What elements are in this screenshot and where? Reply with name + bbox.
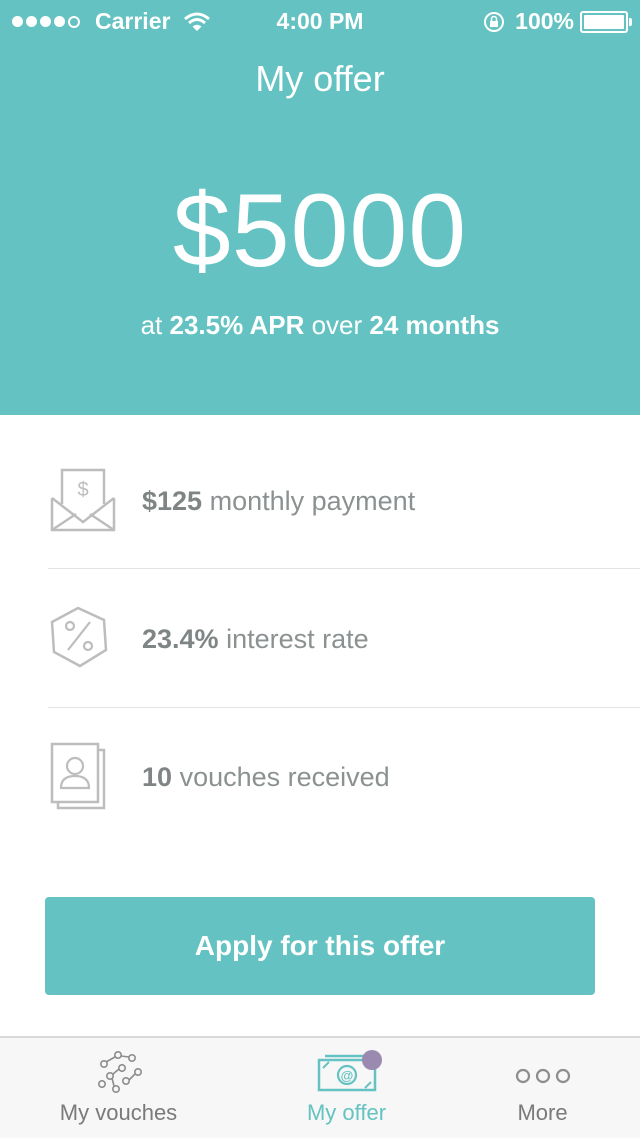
monthly-payment-text: $125 monthly payment xyxy=(142,486,416,516)
tab-bar: My vouches @ My offer More xyxy=(0,1036,640,1138)
tab-label-more: More xyxy=(517,1100,568,1125)
rotation-lock-icon xyxy=(484,11,505,32)
page-title: My offer xyxy=(255,58,385,99)
detail-row-interest-rate: 23.4% interest rate xyxy=(48,570,640,708)
offer-header: Carrier 4:00 PM 100% My offer $5000 at 2… xyxy=(0,0,640,415)
battery-label: 100% xyxy=(515,8,574,34)
notification-badge xyxy=(362,1050,382,1070)
network-dots-icon xyxy=(97,1050,142,1093)
terms-apr: 23.5% APR xyxy=(169,310,305,340)
tab-label-my-vouches: My vouches xyxy=(59,1100,178,1125)
svg-text:@: @ xyxy=(340,1068,353,1083)
more-dots-icon xyxy=(515,1068,570,1084)
detail-row-monthly-payment: $ $125 monthly payment xyxy=(48,432,640,570)
detail-row-vouches: 10 vouches received xyxy=(48,708,640,846)
tab-my-offer[interactable]: @ My offer xyxy=(240,1038,453,1138)
envelope-dollar-icon: $ xyxy=(50,468,116,532)
offer-amount: $5000 xyxy=(172,173,468,289)
interest-rate-text: 23.4% interest rate xyxy=(142,624,369,654)
status-bar: Carrier 4:00 PM 100% xyxy=(0,0,640,40)
tab-label-my-offer: My offer xyxy=(306,1100,387,1125)
terms-mid: over xyxy=(311,310,363,340)
terms-prefix: at xyxy=(140,310,163,340)
svg-text:$: $ xyxy=(77,479,88,501)
tab-my-vouches[interactable]: My vouches xyxy=(12,1038,225,1138)
offer-terms: at 23.5% APR over 24 months xyxy=(0,310,640,341)
battery-icon xyxy=(580,10,632,33)
vouches-received-text: 10 vouches received xyxy=(142,762,390,792)
vouches-cards-icon xyxy=(50,742,106,810)
apply-offer-button[interactable]: Apply for this offer xyxy=(45,897,595,995)
divider xyxy=(48,568,640,569)
terms-duration: 24 months xyxy=(369,310,500,340)
percent-hexagon-icon xyxy=(50,606,108,668)
tab-more[interactable]: More xyxy=(436,1038,640,1138)
